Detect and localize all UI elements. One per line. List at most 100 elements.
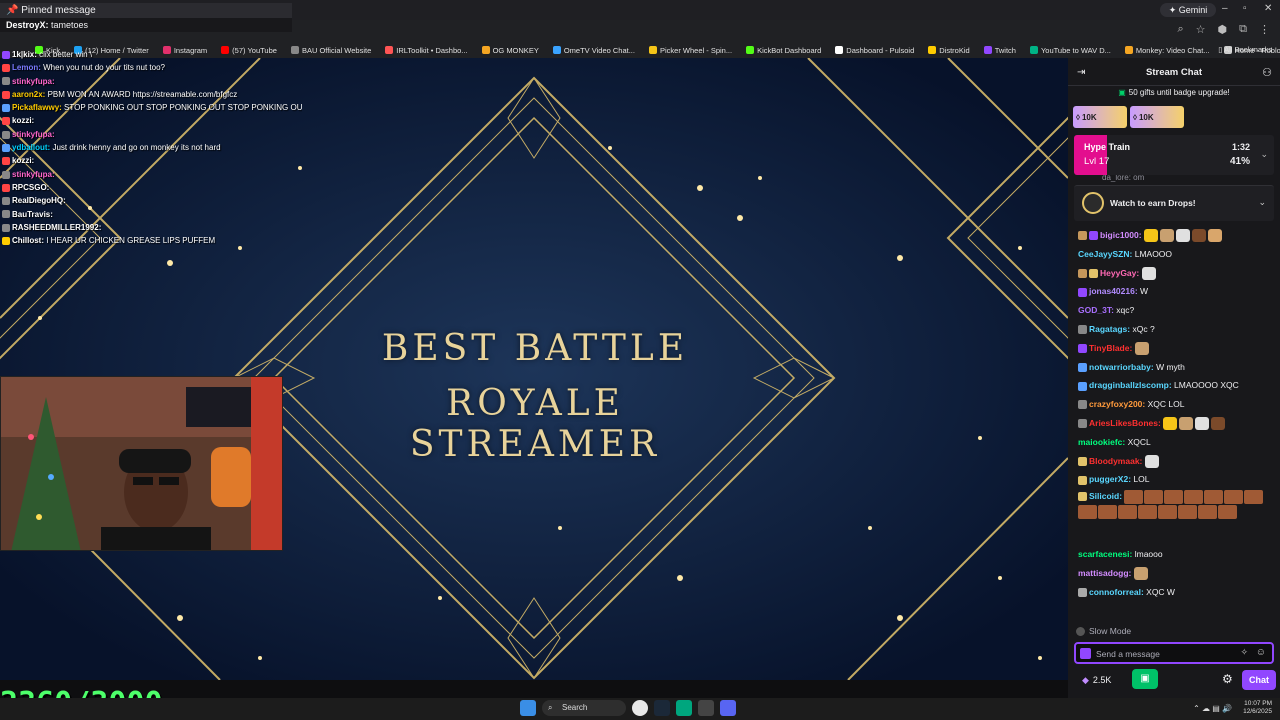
emote-icon[interactable] bbox=[1133, 567, 1148, 581]
chat-message-input[interactable] bbox=[1096, 647, 1236, 661]
minimize-icon[interactable]: – bbox=[1222, 3, 1228, 14]
emote-icon[interactable] bbox=[1078, 505, 1097, 520]
chat-username[interactable]: TinyBlade: bbox=[1089, 343, 1132, 353]
chat-username[interactable]: mattisadogg: bbox=[1078, 568, 1131, 578]
emote-icon[interactable] bbox=[1159, 229, 1174, 243]
emote-icon[interactable] bbox=[1184, 490, 1204, 505]
chat-username[interactable]: Silicoid: bbox=[1089, 491, 1122, 501]
chevron-down-icon[interactable]: ⌄ bbox=[1260, 149, 1268, 160]
emote-icon[interactable] bbox=[1211, 417, 1226, 431]
emote-icon[interactable] bbox=[1207, 229, 1222, 243]
emote-icon[interactable] bbox=[1143, 229, 1158, 243]
steam-icon[interactable] bbox=[654, 700, 670, 716]
bits-balance[interactable]: ◆ 2.5K bbox=[1082, 675, 1111, 686]
emote-icon[interactable] bbox=[1098, 505, 1117, 520]
emote-icon[interactable] bbox=[1124, 490, 1144, 505]
chat-badge-icon[interactable] bbox=[1078, 231, 1087, 241]
emote-icon[interactable] bbox=[1163, 417, 1178, 431]
bookmark-item[interactable]: Picker Wheel - Spin... bbox=[644, 46, 737, 55]
chat-badge-icon[interactable] bbox=[1078, 456, 1087, 466]
community-icon[interactable]: ⚇ bbox=[1262, 66, 1272, 79]
all-bookmarks[interactable]: ▯ All Bookmarks bbox=[1218, 45, 1272, 54]
chat-username[interactable]: Ragatags: bbox=[1089, 324, 1130, 334]
chat-badge-icon[interactable] bbox=[1078, 268, 1087, 278]
app2-icon[interactable] bbox=[698, 700, 714, 716]
emote-icon[interactable] bbox=[1144, 454, 1159, 468]
chat-message[interactable]: Bloodymaak: bbox=[1078, 452, 1274, 471]
chat-message[interactable]: notwarriorbaby: W myth bbox=[1078, 358, 1274, 377]
chat-username[interactable]: AriesLikesBones: bbox=[1089, 418, 1161, 428]
chat-message[interactable]: GOD_3T: xqc? bbox=[1078, 301, 1274, 320]
chat-message[interactable]: HeyyGay: bbox=[1078, 264, 1274, 283]
bookmark-item[interactable]: OmeTV Video Chat... bbox=[548, 46, 640, 55]
sub-badge[interactable]: ◊ 10K bbox=[1130, 106, 1184, 128]
chat-badge-icon[interactable] bbox=[1078, 362, 1087, 372]
emote-icon[interactable] bbox=[1204, 490, 1224, 505]
puzzle-icon[interactable]: ⧉ bbox=[1239, 23, 1247, 36]
chat-badge-icon[interactable] bbox=[1078, 344, 1087, 354]
chat-badge-icon[interactable] bbox=[1078, 419, 1087, 429]
app-icon[interactable] bbox=[676, 700, 692, 716]
hype-train[interactable]: Hype Train Lvl 17 1:32 41% ⌄ bbox=[1074, 135, 1274, 175]
chat-username[interactable]: connoforreal: bbox=[1089, 587, 1144, 597]
chat-badge-icon[interactable] bbox=[1078, 287, 1087, 297]
badge-icon[interactable] bbox=[1080, 648, 1091, 659]
chat-message[interactable]: Ragatags: xQc ? bbox=[1078, 320, 1274, 339]
star-icon[interactable]: ☆ bbox=[1196, 23, 1206, 36]
chat-input-box[interactable]: ✧ ☺ bbox=[1074, 642, 1274, 664]
emote-icon[interactable] bbox=[1191, 229, 1206, 243]
bookmark-item[interactable]: YouTube to WAV D... bbox=[1025, 46, 1116, 55]
emote-icon[interactable] bbox=[1218, 505, 1237, 520]
pinned-message-header[interactable]: 📌 Pinned message bbox=[0, 3, 292, 18]
emote-icon[interactable] bbox=[1138, 505, 1157, 520]
bookmark-item[interactable]: IRLToolkit • Dashbo... bbox=[380, 46, 472, 55]
bookmark-item[interactable]: Monkey: Video Chat... bbox=[1120, 46, 1215, 55]
chat-username[interactable]: jonas40216: bbox=[1089, 286, 1138, 296]
chat-badge-icon[interactable] bbox=[1078, 475, 1087, 485]
chat-username[interactable]: bigic1000: bbox=[1100, 230, 1142, 240]
emote-icon[interactable] bbox=[1224, 490, 1244, 505]
system-tray[interactable]: ⌃ ☁ ▤ 🔊 bbox=[1193, 704, 1232, 713]
chat-message[interactable]: maiookiefc: XQCL bbox=[1078, 433, 1274, 452]
chat-username[interactable]: dragginballzlscomp: bbox=[1089, 380, 1172, 390]
menu-icon[interactable]: ⋮ bbox=[1259, 23, 1270, 36]
sub-badge[interactable]: ◊ 10K bbox=[1073, 106, 1127, 128]
chat-message[interactable]: jonas40216: W bbox=[1078, 282, 1274, 301]
chat-message[interactable]: AriesLikesBones: bbox=[1078, 414, 1274, 433]
zoom-icon[interactable]: ⌕ bbox=[1177, 23, 1183, 36]
emote-picker-icon[interactable]: ☺ bbox=[1256, 647, 1266, 658]
chat-badge-icon[interactable] bbox=[1078, 400, 1087, 410]
bookmark-item[interactable]: KickBot Dashboard bbox=[741, 46, 826, 55]
chat-badge-icon[interactable] bbox=[1078, 588, 1087, 597]
emote-icon[interactable] bbox=[1175, 229, 1190, 243]
chat-settings-icon[interactable]: ⚙ bbox=[1222, 672, 1233, 686]
drops-banner[interactable]: Watch to earn Drops! ⌄ bbox=[1074, 185, 1274, 221]
chat-username[interactable]: scarfacenesi: bbox=[1078, 549, 1132, 559]
chat-message[interactable]: dragginballzlscomp: LMAOOOO XQC bbox=[1078, 376, 1274, 395]
chat-badge-icon[interactable] bbox=[1089, 231, 1098, 241]
chat-message[interactable]: connoforreal: XQC W bbox=[1078, 583, 1274, 602]
chat-username[interactable]: maiookiefc: bbox=[1078, 437, 1125, 447]
chat-message[interactable]: CeeJayySZN: LMAOOO bbox=[1078, 245, 1274, 264]
chat-username[interactable]: GOD_3T: bbox=[1078, 305, 1114, 315]
emote-icon[interactable] bbox=[1179, 417, 1194, 431]
bookmark-item[interactable]: Dashboard - Pulsoid bbox=[830, 46, 919, 55]
chat-username[interactable]: Bloodymaak: bbox=[1089, 456, 1142, 466]
chat-badge-icon[interactable] bbox=[1078, 325, 1087, 335]
gemini-button[interactable]: ✦ Gemini bbox=[1160, 3, 1216, 17]
taskbar-clock[interactable]: 10:07 PM 12/6/2025 bbox=[1243, 700, 1272, 716]
chat-message[interactable]: puggerX2: LOL bbox=[1078, 470, 1274, 489]
chat-badge-icon[interactable] bbox=[1078, 492, 1087, 502]
emote-icon[interactable] bbox=[1244, 490, 1264, 505]
emote-icon[interactable] bbox=[1198, 505, 1217, 520]
maximize-icon[interactable]: ▫ bbox=[1243, 3, 1247, 14]
emote-icon[interactable] bbox=[1118, 505, 1137, 520]
chevron-down-icon[interactable]: ⌄ bbox=[1258, 197, 1266, 208]
chat-message[interactable]: TinyBlade: bbox=[1078, 339, 1274, 358]
chat-username[interactable]: notwarriorbaby: bbox=[1089, 362, 1154, 372]
chat-username[interactable]: puggerX2: bbox=[1089, 474, 1131, 484]
chat-message[interactable]: bigic1000: bbox=[1078, 226, 1274, 245]
emote-icon[interactable] bbox=[1158, 505, 1177, 520]
chat-message[interactable]: Silicoid: bbox=[1078, 489, 1274, 545]
windows-start-icon[interactable] bbox=[520, 700, 536, 716]
